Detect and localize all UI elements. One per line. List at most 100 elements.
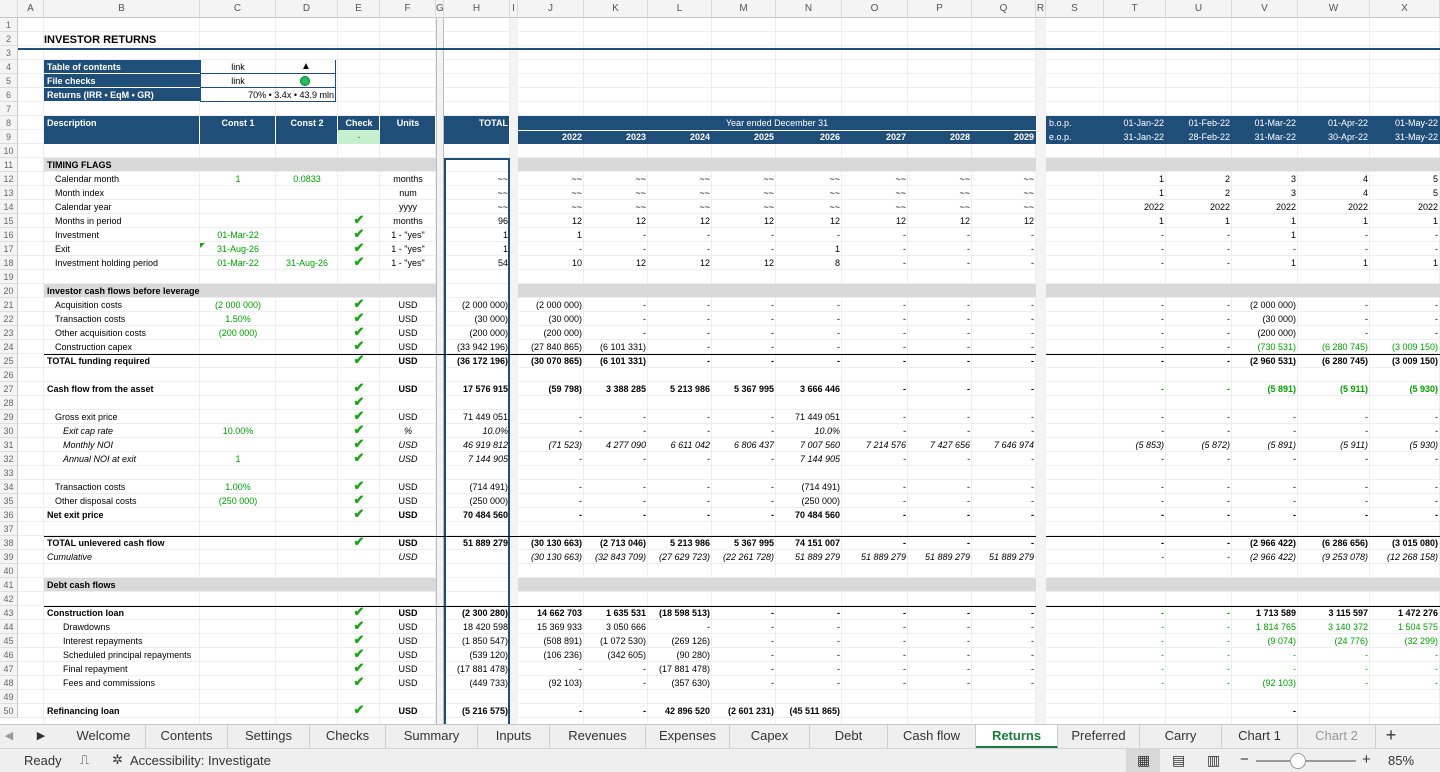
const2-input[interactable]: 31-Aug-26 bbox=[276, 256, 338, 270]
column-header-p[interactable]: P bbox=[908, 0, 972, 18]
zoom-in-icon[interactable]: + bbox=[1362, 751, 1371, 768]
row-header-40[interactable]: 40 bbox=[0, 564, 18, 578]
column-header-d[interactable]: D bbox=[276, 0, 338, 18]
column-header-u[interactable]: U bbox=[1166, 0, 1232, 18]
tab-capex[interactable]: Capex bbox=[730, 725, 810, 748]
normal-view-button[interactable]: ▦ bbox=[1126, 749, 1160, 772]
row-header-5[interactable]: 5 bbox=[0, 74, 18, 88]
row-header-45[interactable]: 45 bbox=[0, 634, 18, 648]
row-header-28[interactable]: 28 bbox=[0, 396, 18, 410]
row-header-14[interactable]: 14 bbox=[0, 200, 18, 214]
row-header-10[interactable]: 10 bbox=[0, 144, 18, 158]
row-header-17[interactable]: 17 bbox=[0, 242, 18, 256]
row-header-47[interactable]: 47 bbox=[0, 662, 18, 676]
tab-cash-flow[interactable]: Cash flow bbox=[888, 725, 976, 748]
row-header-16[interactable]: 16 bbox=[0, 228, 18, 242]
column-header-g[interactable]: G bbox=[436, 0, 444, 18]
column-header-f[interactable]: F bbox=[380, 0, 436, 18]
tab-inputs[interactable]: Inputs bbox=[478, 725, 550, 748]
row-header-42[interactable]: 42 bbox=[0, 592, 18, 606]
toc-up-arrow-icon[interactable]: ▲ bbox=[276, 60, 336, 74]
page-break-icon[interactable]: ▥ bbox=[1207, 752, 1220, 769]
column-header-l[interactable]: L bbox=[648, 0, 712, 18]
row-header-12[interactable]: 12 bbox=[0, 172, 18, 186]
row-header-32[interactable]: 32 bbox=[0, 452, 18, 466]
checks-link[interactable]: link bbox=[200, 74, 276, 88]
column-header-i[interactable]: I bbox=[510, 0, 518, 18]
row-header-30[interactable]: 30 bbox=[0, 424, 18, 438]
row-header-4[interactable]: 4 bbox=[0, 60, 18, 74]
const1-input[interactable]: 01-Mar-22 bbox=[200, 228, 276, 242]
column-header-e[interactable]: E bbox=[338, 0, 380, 18]
row-header-41[interactable]: 41 bbox=[0, 578, 18, 592]
column-header-j[interactable]: J bbox=[518, 0, 584, 18]
const1-input[interactable]: 1 bbox=[200, 172, 276, 186]
row-header-1[interactable]: 1 bbox=[0, 18, 18, 32]
toc-link[interactable]: link bbox=[200, 60, 276, 74]
zoom-slider-thumb[interactable] bbox=[1290, 753, 1306, 769]
row-header-9[interactable]: 9 bbox=[0, 130, 18, 144]
column-header-c[interactable]: C bbox=[200, 0, 276, 18]
const2-input[interactable]: 0.0833 bbox=[276, 172, 338, 186]
tab-chart-2[interactable]: Chart 2 bbox=[1298, 725, 1376, 748]
column-header-n[interactable]: N bbox=[776, 0, 842, 18]
tab-revenues[interactable]: Revenues bbox=[550, 725, 646, 748]
row-header-11[interactable]: 11 bbox=[0, 158, 18, 172]
const1-input[interactable]: 31-Aug-26 bbox=[200, 242, 276, 256]
row-header-25[interactable]: 25 bbox=[0, 354, 18, 368]
row-header-33[interactable]: 33 bbox=[0, 466, 18, 480]
tab-checks[interactable]: Checks bbox=[310, 725, 386, 748]
row-header-35[interactable]: 35 bbox=[0, 494, 18, 508]
accessibility-status[interactable]: Accessibility: Investigate bbox=[130, 753, 271, 768]
tab-preferred[interactable]: Preferred bbox=[1058, 725, 1140, 748]
row-header-20[interactable]: 20 bbox=[0, 284, 18, 298]
const1-input[interactable]: (250 000) bbox=[200, 494, 276, 508]
zoom-slider-track[interactable] bbox=[1256, 760, 1356, 762]
row-header-44[interactable]: 44 bbox=[0, 620, 18, 634]
spreadsheet-grid[interactable]: A B C D E F G H I J K L M N O P Q R S T U V W X 1 2 3 4 5 6 7 8 9 10 11 12 1… bbox=[0, 0, 1440, 724]
row-header-18[interactable]: 18 bbox=[0, 256, 18, 270]
row-header-38[interactable]: 38 bbox=[0, 536, 18, 550]
tab-contents[interactable]: Contents bbox=[146, 725, 228, 748]
row-header-37[interactable]: 37 bbox=[0, 522, 18, 536]
row-header-34[interactable]: 34 bbox=[0, 480, 18, 494]
row-header-13[interactable]: 13 bbox=[0, 186, 18, 200]
tab-expenses[interactable]: Expenses bbox=[646, 725, 730, 748]
scroll-left-icon[interactable]: ◀ bbox=[0, 725, 18, 748]
row-header-22[interactable]: 22 bbox=[0, 312, 18, 326]
macro-icon[interactable]: ⎍ bbox=[80, 752, 89, 768]
column-header-h[interactable]: H bbox=[444, 0, 510, 18]
zoom-level[interactable]: 85% bbox=[1388, 753, 1414, 768]
row-header-27[interactable]: 27 bbox=[0, 382, 18, 396]
column-header-w[interactable]: W bbox=[1298, 0, 1370, 18]
column-header-o[interactable]: O bbox=[842, 0, 908, 18]
tab-returns[interactable]: Returns bbox=[976, 725, 1058, 748]
row-header-50[interactable]: 50 bbox=[0, 704, 18, 718]
tab-welcome[interactable]: Welcome bbox=[62, 725, 146, 748]
const1-input[interactable]: (200 000) bbox=[200, 326, 276, 340]
column-header-k[interactable]: K bbox=[584, 0, 648, 18]
row-header-31[interactable]: 31 bbox=[0, 438, 18, 452]
add-sheet-icon[interactable]: + bbox=[1376, 725, 1406, 748]
tab-debt[interactable]: Debt bbox=[810, 725, 888, 748]
row-header-8[interactable]: 8 bbox=[0, 116, 18, 130]
row-header-19[interactable]: 19 bbox=[0, 270, 18, 284]
row-header-26[interactable]: 26 bbox=[0, 368, 18, 382]
column-header-t[interactable]: T bbox=[1104, 0, 1166, 18]
tab-chart-1[interactable]: Chart 1 bbox=[1222, 725, 1298, 748]
row-header-36[interactable]: 36 bbox=[0, 508, 18, 522]
row-header-46[interactable]: 46 bbox=[0, 648, 18, 662]
page-layout-icon[interactable]: ▤ bbox=[1172, 752, 1185, 769]
row-header-39[interactable]: 39 bbox=[0, 550, 18, 564]
column-header-v[interactable]: V bbox=[1232, 0, 1298, 18]
row-header-3[interactable]: 3 bbox=[0, 46, 18, 60]
tab-summary[interactable]: Summary bbox=[386, 725, 478, 748]
const1-input[interactable]: 1 bbox=[200, 452, 276, 466]
tab-carry[interactable]: Carry bbox=[1140, 725, 1222, 748]
column-header-q[interactable]: Q bbox=[972, 0, 1036, 18]
corner-select-all[interactable] bbox=[0, 0, 18, 18]
row-header-29[interactable]: 29 bbox=[0, 410, 18, 424]
column-header-s[interactable]: S bbox=[1046, 0, 1104, 18]
column-header-x[interactable]: X bbox=[1370, 0, 1440, 18]
column-header-r[interactable]: R bbox=[1036, 0, 1046, 18]
